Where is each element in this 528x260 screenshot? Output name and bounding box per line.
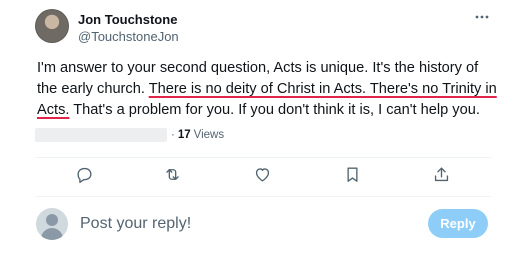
redacted-timestamp: [35, 128, 167, 142]
repost-button[interactable]: [161, 166, 183, 188]
reply-input[interactable]: [80, 213, 400, 235]
avatar-head: [46, 214, 58, 226]
meta-separator: ·: [171, 129, 175, 141]
divider: [35, 157, 491, 158]
post-text: I'm answer to your second question, Acts…: [37, 58, 499, 121]
more-horizontal-icon: [474, 9, 490, 28]
share-icon: [432, 165, 451, 189]
reply-button[interactable]: [73, 166, 95, 188]
author-handle[interactable]: @TouchstoneJon: [78, 29, 179, 44]
share-button[interactable]: [430, 166, 452, 188]
bookmark-button[interactable]: [341, 166, 363, 188]
author-name[interactable]: Jon Touchstone: [78, 12, 177, 27]
repost-icon: [163, 165, 182, 189]
post-text-after: That's a problem for you. If you don't t…: [69, 102, 480, 118]
avatar-torso: [41, 228, 63, 240]
author-avatar[interactable]: [35, 9, 69, 43]
more-options-button[interactable]: [472, 8, 492, 28]
views-label: Views: [193, 129, 225, 141]
like-icon: [253, 165, 272, 189]
user-avatar: [36, 208, 68, 240]
reply-submit-button[interactable]: Reply: [428, 209, 488, 238]
divider: [35, 196, 491, 197]
like-button[interactable]: [251, 166, 273, 188]
views-count: 17: [177, 129, 191, 141]
tweet-detail: Jon Touchstone @TouchstoneJon I'm answer…: [0, 0, 528, 260]
reply-composer: Reply: [0, 200, 528, 250]
reply-icon: [75, 165, 94, 189]
action-bar: [35, 160, 491, 194]
bookmark-icon: [343, 165, 362, 189]
post-meta: · 17 Views: [35, 127, 224, 143]
